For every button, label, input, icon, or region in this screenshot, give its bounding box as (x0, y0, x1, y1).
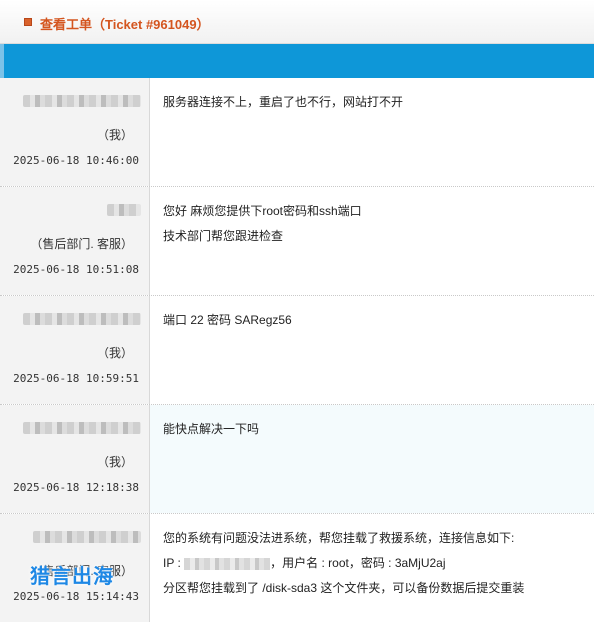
message-text: 技术部门帮您跟进检查 (163, 229, 284, 243)
message-2: （售后部门. 客服） 2025-06-18 10:51:08 您好 麻烦您提供下… (0, 187, 594, 296)
message-body: 能快点解决一下吗 (150, 405, 594, 513)
sender-panel: （售后部门. 客服） 2025-06-18 10:51:08 (0, 187, 150, 295)
redacted-username (23, 313, 141, 325)
sender-role: （售后部门. 客服） (30, 237, 133, 251)
message-time: 2025-06-18 10:46:00 (13, 154, 139, 167)
message-text: 分区帮您挂载到了 /disk-sda3 这个文件夹，可以备份数据后提交重装 (163, 581, 525, 595)
message-body: 您好 麻烦您提供下root密码和ssh端口 技术部门帮您跟进检查 (150, 187, 594, 295)
message-time: 2025-06-18 12:18:38 (13, 481, 139, 494)
message-time: 2025-06-18 10:51:08 (13, 263, 139, 276)
redacted-username (23, 422, 141, 434)
redacted-username (23, 95, 141, 107)
message-3: （我） 2025-06-18 10:59:51 端口 22 密码 SARegz5… (0, 296, 594, 405)
message-4: （我） 2025-06-18 12:18:38 能快点解决一下吗 (0, 405, 594, 514)
message-text: 端口 22 密码 SARegz56 (163, 313, 292, 327)
ticket-thread: （我） 2025-06-18 10:46:00 服务器连接不上，重启了也不行，网… (0, 78, 594, 622)
page-title: 查看工单（Ticket #961049） (40, 17, 210, 32)
redacted-username (33, 531, 141, 543)
message-body: 端口 22 密码 SARegz56 (150, 296, 594, 404)
sender-role: （我） (96, 346, 133, 360)
sender-panel: （我） 2025-06-18 12:18:38 (0, 405, 150, 513)
message-body: 服务器连接不上，重启了也不行，网站打不开 (150, 78, 594, 186)
toolbar-band (0, 44, 594, 78)
connection-info: IP : ，用户名 : root，密码 : 3aMjU2aj (163, 551, 594, 576)
message-time: 2025-06-18 10:59:51 (13, 372, 139, 385)
sender-panel: （我） 2025-06-18 10:59:51 (0, 296, 150, 404)
ticket-header: 查看工单（Ticket #961049） (0, 0, 594, 44)
sender-role: （我） (96, 455, 133, 469)
sender-role: （我） (96, 128, 133, 142)
message-text: 您好 麻烦您提供下root密码和ssh端口 (163, 204, 362, 218)
message-text: 服务器连接不上，重启了也不行，网站打不开 (163, 95, 404, 109)
message-1: （我） 2025-06-18 10:46:00 服务器连接不上，重启了也不行，网… (0, 78, 594, 187)
square-bullet-icon (24, 18, 32, 26)
credentials-text: ，用户名 : root，密码 : 3aMjU2aj (270, 556, 446, 570)
message-time: 2025-06-18 15:14:43 (13, 590, 139, 603)
sender-panel: （我） 2025-06-18 10:46:00 (0, 78, 150, 186)
redacted-ip (184, 557, 271, 570)
message-text: 您的系统有问题没法进系统，帮您挂载了救援系统，连接信息如下: (163, 531, 515, 545)
message-body: 您的系统有问题没法进系统，帮您挂载了救援系统，连接信息如下: IP : ，用户名… (150, 514, 594, 622)
ip-label: IP : (163, 556, 181, 570)
redacted-username (107, 204, 141, 216)
watermark-logo: 猎言出海 (30, 566, 114, 588)
message-text: 能快点解决一下吗 (163, 422, 260, 436)
